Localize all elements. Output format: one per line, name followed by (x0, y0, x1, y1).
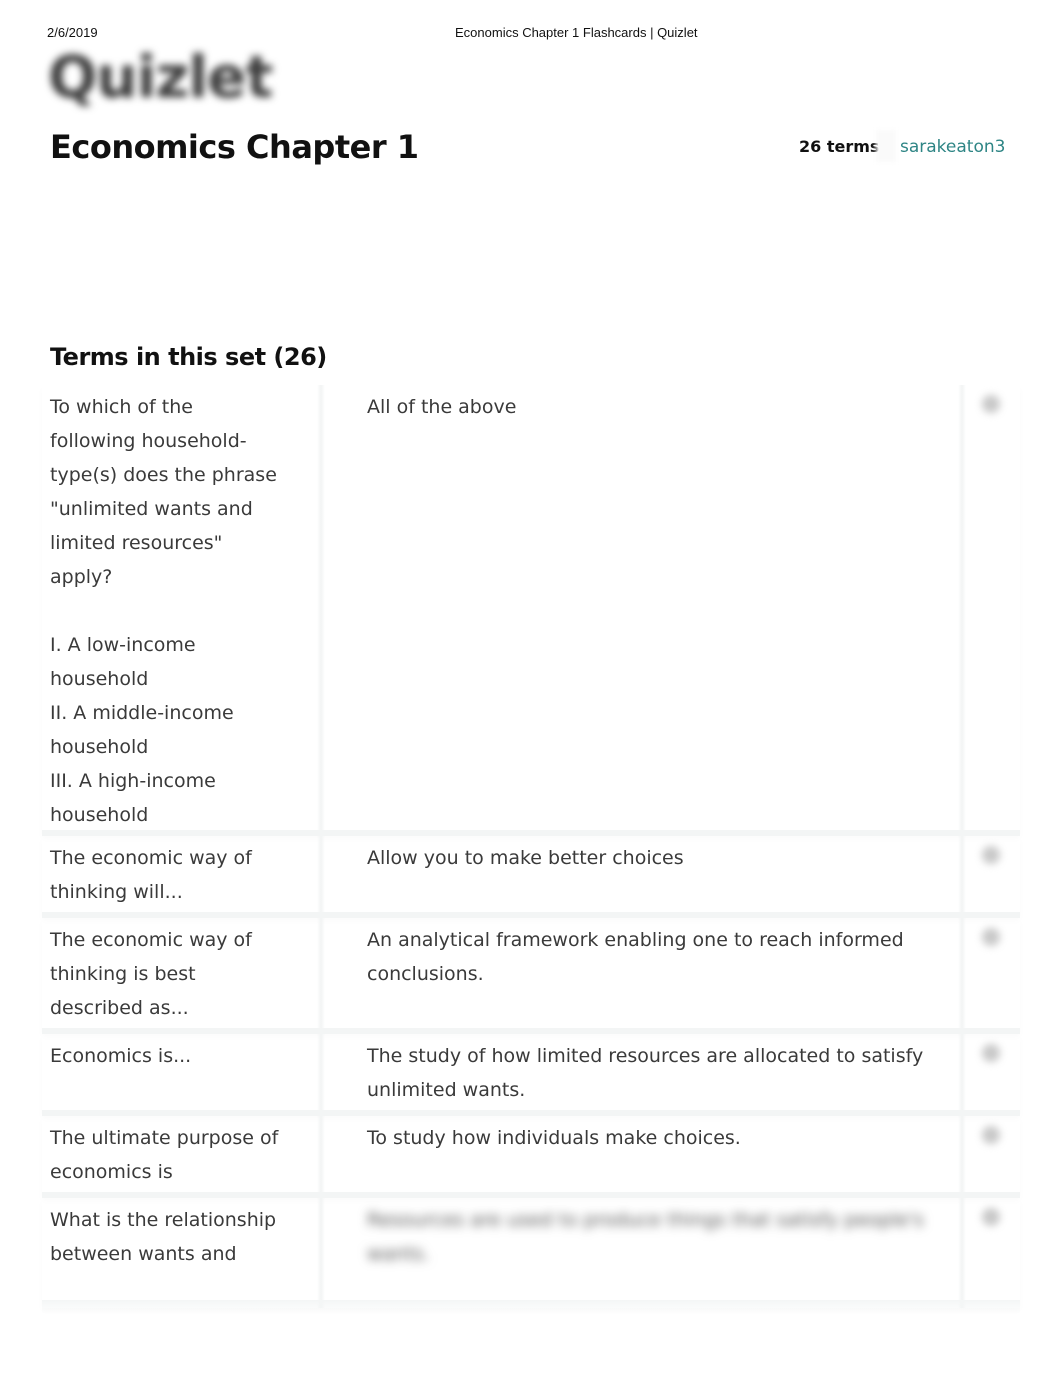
column-divider (317, 1198, 325, 1308)
set-title: Economics Chapter 1 (50, 128, 419, 166)
audio-icon[interactable] (982, 1208, 1000, 1226)
term-definition: Allow you to make better choices (367, 847, 684, 869)
audio-icon[interactable] (982, 1044, 1000, 1062)
term-word: Economics is... (50, 1045, 192, 1067)
column-divider (317, 1034, 325, 1110)
term-count: 26 terms (799, 137, 880, 156)
author-avatar (876, 130, 896, 162)
term-definition: To study how individuals make choices. (367, 1127, 741, 1149)
term-word: The economic way of thinking is best des… (50, 929, 252, 1019)
column-divider (958, 836, 966, 912)
term-definition: An analytical framework enabling one to … (367, 929, 904, 985)
term-row: To which of the following household- typ… (42, 385, 1020, 836)
column-divider (317, 918, 325, 1028)
term-word: To which of the following household- typ… (50, 396, 277, 826)
audio-icon[interactable] (982, 928, 1000, 946)
print-header: 2/6/2019 Economics Chapter 1 Flashcards … (0, 25, 1062, 41)
term-row: What is the relationship between wants a… (42, 1198, 1020, 1308)
term-definition: All of the above (367, 396, 517, 418)
term-row: Economics is... The study of how limited… (42, 1034, 1020, 1116)
terms-list: To which of the following household- typ… (42, 385, 1020, 1308)
term-row: The economic way of thinking will... All… (42, 836, 1020, 918)
term-word: The ultimate purpose of economics is (50, 1127, 279, 1183)
term-word: What is the relationship between wants a… (50, 1209, 277, 1265)
author-link[interactable]: sarakeaton3 (900, 137, 1005, 157)
term-row: The ultimate purpose of economics is To … (42, 1116, 1020, 1198)
print-date: 2/6/2019 (47, 25, 98, 40)
audio-icon[interactable] (982, 1126, 1000, 1144)
column-divider (317, 385, 325, 830)
term-definition: The study of how limited resources are a… (367, 1045, 924, 1101)
audio-icon[interactable] (982, 395, 1000, 413)
column-divider (958, 1034, 966, 1110)
audio-icon[interactable] (982, 846, 1000, 864)
column-divider (958, 918, 966, 1028)
terms-heading: Terms in this set (26) (50, 343, 327, 371)
term-row: The economic way of thinking is best des… (42, 918, 1020, 1034)
column-divider (958, 385, 966, 830)
term-word: The economic way of thinking will... (50, 847, 252, 903)
column-divider (317, 836, 325, 912)
list-bottom-edge (42, 1300, 1020, 1314)
column-divider (317, 1116, 325, 1192)
print-page-title: Economics Chapter 1 Flashcards | Quizlet (455, 25, 698, 40)
term-definition: Resources are used to produce things tha… (367, 1209, 924, 1265)
column-divider (958, 1116, 966, 1192)
quizlet-logo[interactable]: Quizlet (48, 42, 273, 112)
column-divider (958, 1198, 966, 1308)
